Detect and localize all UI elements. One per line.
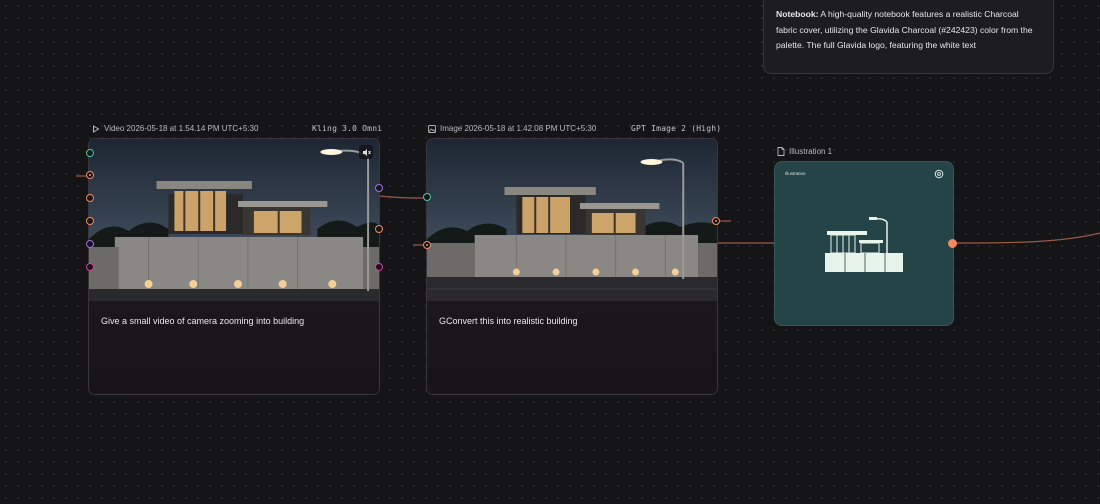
illustration-node-card[interactable]: Illustration: [774, 161, 954, 326]
illustration-output-port[interactable]: [948, 239, 957, 248]
video-input-port-6[interactable]: [86, 263, 94, 271]
image-node-prompt[interactable]: GConvert this into realistic building: [439, 316, 578, 326]
video-node-card[interactable]: Give a small video of camera zooming int…: [88, 138, 380, 395]
image-node-model: GPT Image 2 (High): [631, 124, 722, 133]
audio-toggle-icon[interactable]: [359, 145, 373, 159]
video-input-port-3[interactable]: [86, 194, 94, 202]
video-input-port-5[interactable]: [86, 240, 94, 248]
video-preview-image: [89, 139, 379, 301]
illustration-node-title: Illustration 1: [789, 147, 833, 156]
document-icon: [777, 147, 785, 156]
video-node-title: Video 2026-05-18 at 1.54.14 PM UTC+5:30: [104, 124, 259, 133]
video-node-header[interactable]: Video 2026-05-18 at 1.54.14 PM UTC+5:30: [92, 124, 258, 133]
image-node-header[interactable]: Image 2026-05-18 at 1.42.08 PM UTC+5:30: [428, 124, 596, 133]
image-input-port-1[interactable]: [423, 193, 431, 201]
video-input-port-1[interactable]: [86, 149, 94, 157]
illustration-inner-label: Illustration: [785, 171, 806, 176]
wire-video-to-image: [379, 195, 428, 199]
image-preview-image: [427, 139, 717, 301]
image-icon: [428, 124, 436, 133]
image-node-title: Image 2026-05-18 at 1.42.08 PM UTC+5:30: [440, 124, 597, 133]
video-node-prompt[interactable]: Give a small video of camera zooming int…: [101, 316, 304, 326]
video-output-port-1[interactable]: [375, 184, 383, 192]
wire-illustration-out: [953, 232, 1100, 244]
video-output-port-3[interactable]: [375, 263, 383, 271]
video-node-model: Kling 3.0 Omni: [312, 124, 383, 133]
video-output-port-2[interactable]: [375, 225, 383, 233]
image-node-card[interactable]: GConvert this into realistic building: [426, 138, 718, 395]
video-input-port-2[interactable]: [86, 171, 94, 179]
settings-icon[interactable]: [934, 169, 944, 179]
play-icon: [93, 124, 100, 133]
image-output-port[interactable]: [712, 217, 720, 225]
note-label: Notebook:: [776, 9, 819, 19]
video-input-port-4[interactable]: [86, 217, 94, 225]
illustration-node-header[interactable]: Illustration 1: [777, 147, 832, 156]
building-illustration: [825, 217, 903, 272]
image-input-port-2[interactable]: [423, 241, 431, 249]
notebook-note-card[interactable]: Notebook: A high-quality notebook featur…: [763, 0, 1054, 74]
